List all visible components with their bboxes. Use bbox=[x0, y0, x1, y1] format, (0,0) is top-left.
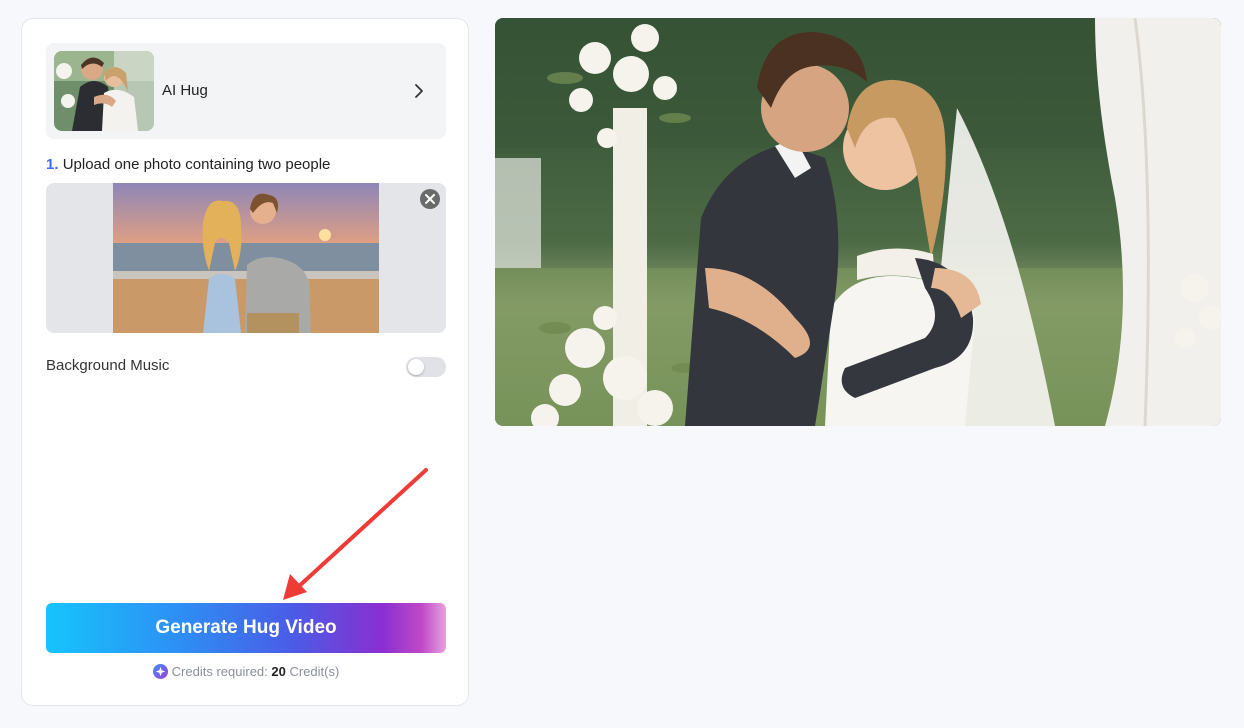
remove-photo-button[interactable] bbox=[420, 189, 440, 209]
background-music-row: Background Music bbox=[46, 357, 446, 377]
credits-prefix: Credits required: bbox=[171, 664, 272, 679]
generate-hug-video-button[interactable]: Generate Hug Video bbox=[46, 603, 446, 653]
credits-info: Credits required: 20 Credit(s) bbox=[22, 664, 470, 679]
credit-star-icon bbox=[152, 664, 168, 679]
background-music-label: Background Music bbox=[46, 357, 170, 374]
preview-image bbox=[495, 18, 1221, 426]
close-icon bbox=[425, 194, 435, 204]
credits-suffix: Credit(s) bbox=[285, 664, 340, 679]
photo-upload-area[interactable] bbox=[46, 183, 446, 333]
step-number: 1. bbox=[46, 156, 59, 173]
toggle-knob bbox=[408, 359, 424, 375]
template-thumbnail bbox=[54, 51, 154, 131]
step-text: Upload one photo containing two people bbox=[62, 156, 331, 173]
uploaded-photo bbox=[113, 183, 379, 333]
template-selector[interactable]: AI Hug bbox=[46, 43, 446, 139]
credits-amount: 20 bbox=[271, 664, 286, 679]
generator-panel: AI Hug 1. Upload one photo containing tw… bbox=[21, 18, 469, 706]
template-title: AI Hug bbox=[162, 82, 208, 99]
chevron-right-icon bbox=[415, 84, 423, 98]
upload-step-label: 1. Upload one photo containing two peopl… bbox=[46, 156, 330, 173]
background-music-toggle[interactable] bbox=[406, 357, 446, 377]
